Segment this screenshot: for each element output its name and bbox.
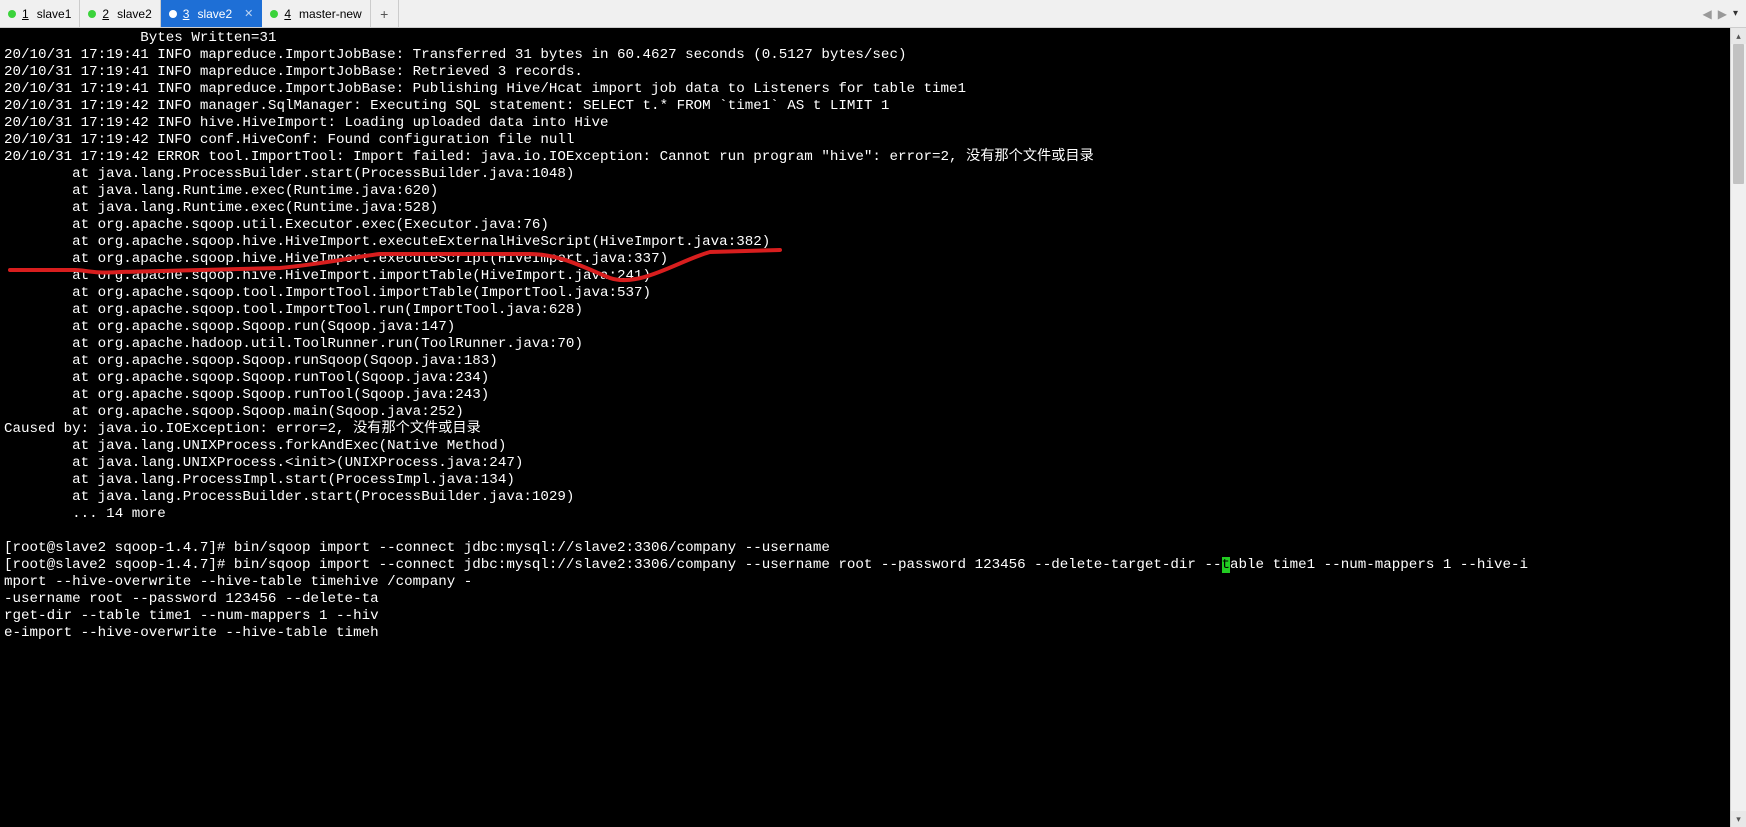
tab-number: 3 xyxy=(183,7,190,21)
tab-label: slave1 xyxy=(37,7,72,21)
tab-number: 2 xyxy=(102,7,109,21)
scroll-left-icon[interactable]: ◀ xyxy=(1703,7,1712,21)
terminal-output[interactable]: Bytes Written=31 20/10/31 17:19:41 INFO … xyxy=(0,28,1536,644)
tab-master-new[interactable]: 4 master-new xyxy=(262,0,370,27)
tab-number: 4 xyxy=(284,7,291,21)
scroll-right-icon[interactable]: ▶ xyxy=(1718,7,1727,21)
tab-number: 1 xyxy=(22,7,29,21)
tab-slave2[interactable]: 3 slave2 ✕ xyxy=(161,0,263,27)
connection-status-icon xyxy=(8,10,16,18)
terminal-cursor: t xyxy=(1222,557,1231,573)
connection-status-icon xyxy=(169,10,177,18)
tab-label: slave2 xyxy=(117,7,152,21)
connection-status-icon xyxy=(88,10,96,18)
scrollbar-thumb[interactable] xyxy=(1733,44,1744,184)
tab-list-dropdown-icon[interactable]: ▾ xyxy=(1733,8,1738,19)
new-tab-button[interactable]: + xyxy=(371,0,399,27)
tabbar-right-controls: ◀ ▶ ▾ xyxy=(1695,0,1746,27)
tab-slave1[interactable]: 1 slave1 xyxy=(0,0,80,27)
scrollbar-track[interactable] xyxy=(1731,44,1746,811)
tab-slave2[interactable]: 2 slave2 xyxy=(80,0,160,27)
terminal-area[interactable]: Bytes Written=31 20/10/31 17:19:41 INFO … xyxy=(0,28,1746,827)
vertical-scrollbar[interactable]: ▴ ▾ xyxy=(1730,28,1746,827)
close-tab-icon[interactable]: ✕ xyxy=(244,7,253,20)
scroll-up-button[interactable]: ▴ xyxy=(1731,28,1746,44)
tab-bar: 1 slave12 slave23 slave2✕4 master-new + … xyxy=(0,0,1746,28)
tab-label: master-new xyxy=(299,7,362,21)
connection-status-icon xyxy=(270,10,278,18)
scroll-down-button[interactable]: ▾ xyxy=(1731,811,1746,827)
tab-label: slave2 xyxy=(197,7,232,21)
